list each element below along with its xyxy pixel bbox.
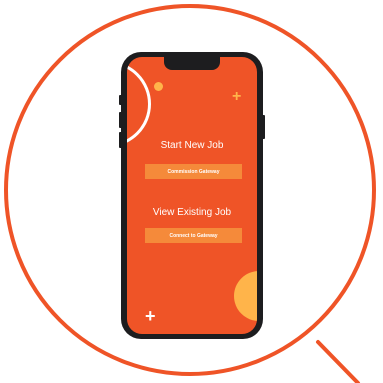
start-new-job-heading: Start New Job xyxy=(160,140,224,151)
phone-side-button xyxy=(119,112,122,128)
decorative-circle xyxy=(234,271,257,321)
phone-side-button xyxy=(119,95,122,105)
phone-notch xyxy=(164,57,220,70)
decorative-dot xyxy=(154,82,163,91)
commission-gateway-button[interactable]: Commission Gateway xyxy=(145,164,242,179)
phone-screen: + + Start New Job Commission Gateway Vie… xyxy=(127,57,257,334)
phone-power-button xyxy=(262,115,265,139)
decorative-arc xyxy=(127,61,151,147)
illustration: + + Start New Job Commission Gateway Vie… xyxy=(0,0,383,383)
plus-icon: + xyxy=(232,88,242,105)
phone-side-button xyxy=(119,132,122,148)
magnifier-handle xyxy=(316,340,360,383)
connect-to-gateway-button[interactable]: Connect to Gateway xyxy=(145,228,242,243)
plus-icon: + xyxy=(145,306,156,326)
view-existing-job-heading: View Existing Job xyxy=(152,207,232,218)
